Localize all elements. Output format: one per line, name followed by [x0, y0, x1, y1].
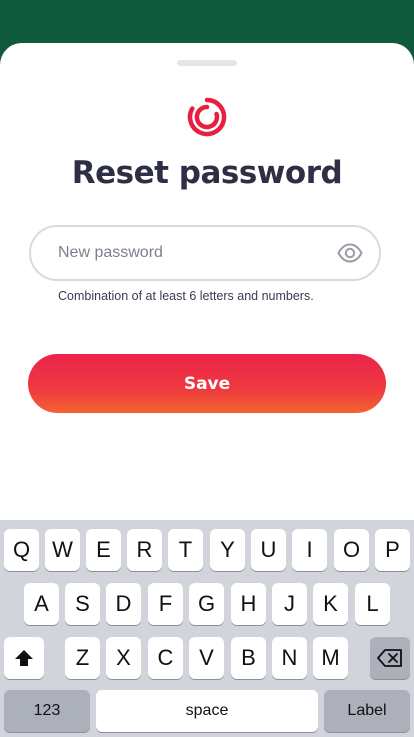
key-v[interactable]: V: [189, 637, 224, 679]
new-password-field[interactable]: [29, 225, 381, 281]
return-key[interactable]: Label: [324, 690, 410, 732]
key-e[interactable]: E: [86, 529, 121, 571]
key-o[interactable]: O: [334, 529, 369, 571]
key-r[interactable]: R: [127, 529, 162, 571]
new-password-input[interactable]: [58, 227, 318, 279]
key-h[interactable]: H: [231, 583, 266, 625]
brand-logo-icon: [187, 97, 227, 137]
key-a[interactable]: A: [24, 583, 59, 625]
space-key[interactable]: space: [96, 690, 318, 732]
key-f[interactable]: F: [148, 583, 183, 625]
key-w[interactable]: W: [45, 529, 80, 571]
numbers-key[interactable]: 123: [4, 690, 90, 732]
key-x[interactable]: X: [106, 637, 141, 679]
key-s[interactable]: S: [65, 583, 100, 625]
password-hint: Combination of at least 6 letters and nu…: [58, 289, 314, 303]
backspace-key[interactable]: [370, 637, 410, 679]
key-y[interactable]: Y: [210, 529, 245, 571]
key-q[interactable]: Q: [4, 529, 39, 571]
key-l[interactable]: L: [355, 583, 390, 625]
key-i[interactable]: I: [292, 529, 327, 571]
on-screen-keyboard: Q W E R T Y U I O P A S D F G H J K L Z …: [0, 520, 414, 737]
key-u[interactable]: U: [251, 529, 286, 571]
page-title: Reset password: [71, 155, 343, 191]
key-p[interactable]: P: [375, 529, 410, 571]
key-z[interactable]: Z: [65, 637, 100, 679]
key-c[interactable]: C: [148, 637, 183, 679]
save-button[interactable]: Save: [28, 354, 386, 413]
key-d[interactable]: D: [106, 583, 141, 625]
shift-key[interactable]: [4, 637, 44, 679]
key-j[interactable]: J: [272, 583, 307, 625]
key-n[interactable]: N: [272, 637, 307, 679]
key-g[interactable]: G: [189, 583, 224, 625]
backspace-icon: [377, 649, 402, 667]
key-b[interactable]: B: [231, 637, 266, 679]
shift-arrow-icon: [15, 650, 33, 666]
eye-icon[interactable]: [337, 241, 363, 265]
key-t[interactable]: T: [168, 529, 203, 571]
key-m[interactable]: M: [313, 637, 348, 679]
sheet-grabber-handle[interactable]: [177, 60, 237, 66]
key-k[interactable]: K: [313, 583, 348, 625]
